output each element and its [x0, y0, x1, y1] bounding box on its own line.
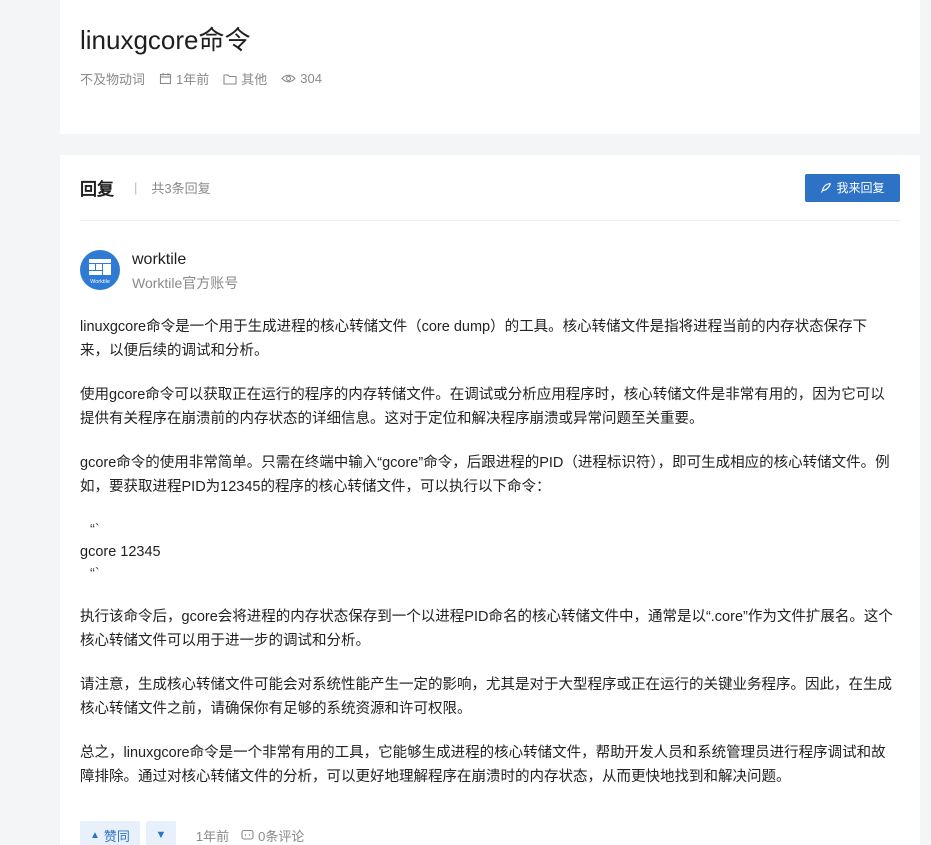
question-header-card: linuxgcore命令 不及物动词 1年前 其他 304	[60, 0, 920, 134]
avatar-text: Worktile	[90, 279, 110, 285]
views-count: 304	[300, 71, 322, 86]
downvote-button[interactable]: ▼	[145, 821, 176, 845]
code-command: gcore 12345	[80, 544, 161, 560]
answer-author: Worktile worktile Worktile官方账号	[80, 250, 238, 293]
folder-icon	[223, 73, 237, 85]
time-text: 1年前	[176, 72, 210, 87]
folder-text: 其他	[241, 72, 268, 87]
author-name[interactable]: worktile	[132, 250, 238, 270]
author-role: Worktile官方账号	[132, 275, 239, 291]
question-meta: 不及物动词 1年前 其他 304	[80, 69, 336, 88]
paragraph: linuxgcore命令是一个用于生成进程的核心转储文件（core dump）的…	[80, 319, 868, 359]
page-title: linuxgcore命令	[80, 25, 251, 55]
write-reply-button[interactable]: 我来回复	[805, 173, 900, 202]
upvote-label: 赞同	[103, 828, 130, 844]
calendar-icon	[159, 73, 172, 85]
category-tag[interactable]: 不及物动词	[80, 69, 145, 88]
replies-count: 共3条回复	[151, 181, 211, 196]
triangle-down-icon: ▼	[155, 829, 167, 841]
comment-icon	[241, 829, 254, 840]
author-info: worktile Worktile官方账号	[132, 250, 238, 293]
paragraph: 请注意，生成核心转储文件可能会对系统性能产生一定的影响，尤其是对于大型程序或正在…	[80, 677, 892, 717]
code-open-tick: “`	[90, 522, 100, 538]
write-reply-label: 我来回复	[836, 181, 885, 195]
code-close-tick: “`	[90, 566, 100, 582]
paragraph: 使用gcore命令可以获取正在运行的程序的内存转储文件。在调试或分析应用程序时，…	[80, 387, 885, 427]
paragraph: gcore命令的使用非常简单。只需在终端中输入“gcore”命令，后跟进程的PI…	[80, 455, 890, 495]
triangle-up-icon: ▲	[90, 829, 100, 841]
answer-actions: ▲ 赞同 ▼ 1年前 0条评论	[80, 821, 304, 845]
replies-card: 回复 | 共3条回复 我来回复 Worktile worktile Workti…	[60, 155, 920, 845]
answer-content: linuxgcore命令是一个用于生成进程的核心转储文件（core dump）的…	[80, 315, 895, 809]
code-block: “` gcore 12345 “`	[80, 519, 895, 585]
paragraph: 执行该命令后，gcore会将进程的内存状态保存到一个以进程PID命名的核心转储文…	[80, 609, 893, 649]
avatar[interactable]: Worktile	[80, 250, 120, 290]
feather-pen-icon	[821, 182, 832, 193]
paragraph: 总之，linuxgcore命令是一个非常有用的工具，它能够生成进程的核心转储文件…	[80, 745, 886, 785]
comments-count: 0条评论	[258, 828, 305, 844]
replies-title: 回复	[80, 180, 114, 199]
header-divider: |	[134, 180, 138, 195]
time-meta: 1年前	[159, 69, 209, 88]
views-meta: 304	[281, 71, 322, 86]
replies-header: 回复 | 共3条回复 我来回复	[80, 155, 900, 221]
worktile-logo: Worktile	[89, 259, 111, 285]
answer-time: 1年前	[195, 828, 230, 844]
folder-meta[interactable]: 其他	[223, 69, 267, 88]
comments-link[interactable]: 0条评论	[241, 826, 304, 845]
upvote-button[interactable]: ▲ 赞同	[80, 821, 140, 845]
eye-icon	[281, 74, 297, 83]
